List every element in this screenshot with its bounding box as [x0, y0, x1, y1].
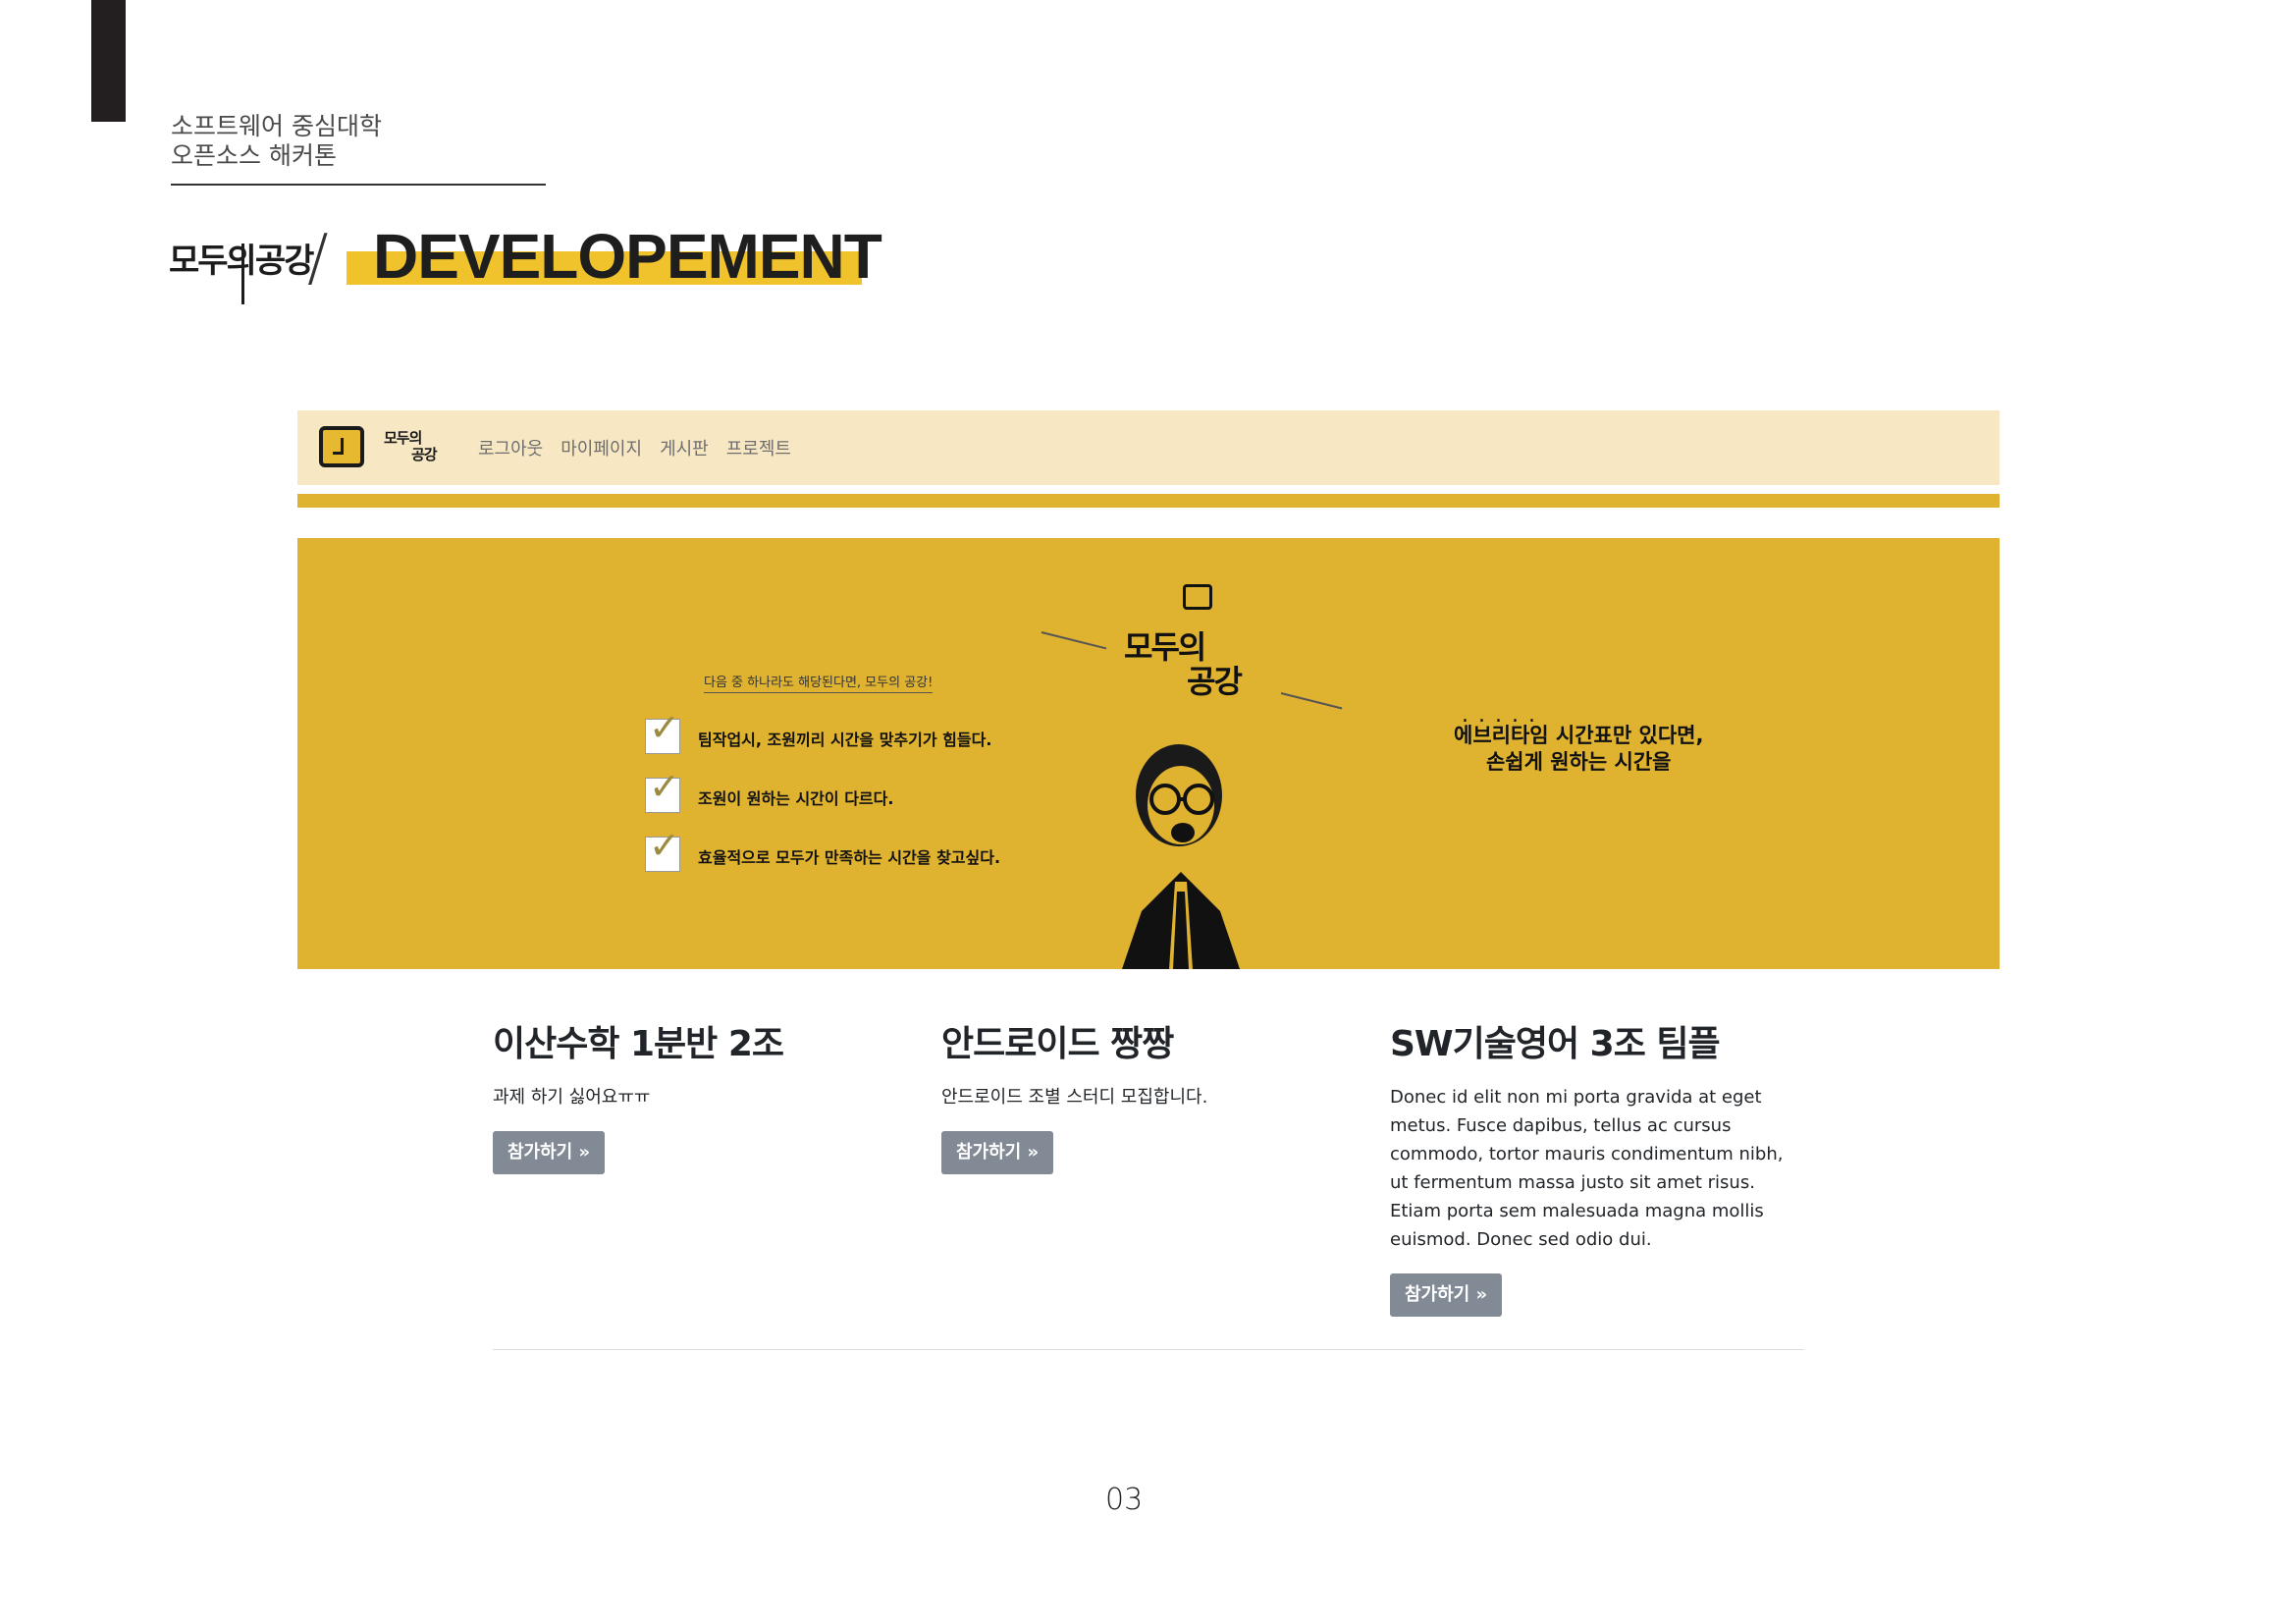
project-card-description: Donec id elit non mi porta gravida at eg…: [1390, 1087, 1784, 1251]
header-divider: [171, 184, 546, 186]
checklist-item-text: 효율적으로 모두가 만족하는 시간을 찾고싶다.: [698, 848, 1001, 867]
mascot-illustration: [1122, 744, 1240, 969]
page-number: 03: [1105, 1483, 1144, 1517]
banner-tagline: 에브리타임 시간표만 있다면, 손쉽게 원하는 시간을: [1454, 723, 1703, 777]
join-button[interactable]: 참가하기 »: [941, 1131, 1054, 1175]
decorative-line: [1280, 692, 1343, 710]
hero-banner: 다음 중 하나라도 해당된다면, 모두의 공강! ✓ 팀작업시, 조원끼리 시간…: [297, 538, 2000, 969]
banner-logo-line-2: 공강: [1187, 663, 1243, 701]
navbar-links: 로그아웃 마이페이지 게시판 프로젝트: [478, 435, 791, 460]
header-line-2: 오픈소스 해커톤: [171, 141, 337, 170]
website-navbar: 모두의 공강 로그아웃 마이페이지 게시판 프로젝트: [297, 410, 2000, 485]
nav-link-board[interactable]: 게시판: [660, 435, 709, 460]
checkmark-icon: ✓: [649, 824, 680, 867]
join-button[interactable]: 참가하기 »: [493, 1131, 606, 1175]
project-card-description: 안드로이드 조별 스터디 모집합니다.: [941, 1087, 1208, 1109]
checkmark-icon: ✓: [649, 765, 680, 808]
clock-logo-icon: [1183, 584, 1212, 610]
banner-subtitle: 다음 중 하나라도 해당된다면, 모두의 공강!: [704, 672, 934, 693]
nav-link-project[interactable]: 프로젝트: [726, 435, 791, 460]
banner-tagline-line-2: 손쉽게 원하는 시간을: [1485, 750, 1672, 775]
brand-logo-stem: [241, 244, 244, 304]
project-card: 이산수학 1분반 2조 과제 하기 싫어요ㅠㅠ 참가하기 »: [493, 1023, 895, 1175]
project-card-title: 이산수학 1분반 2조: [493, 1024, 784, 1064]
clock-logo-icon[interactable]: [319, 426, 364, 467]
project-card-description: 과제 하기 싫어요ㅠㅠ: [493, 1087, 651, 1109]
project-card: 안드로이드 짱짱 안드로이드 조별 스터디 모집합니다. 참가하기 »: [941, 1023, 1344, 1175]
navbar-brand-line-1: 모두의: [384, 429, 422, 447]
checklist-item-text: 팀작업시, 조원끼리 시간을 맞추기가 힘들다.: [698, 731, 992, 749]
project-card: SW기술영어 3조 팀플 Donec id elit non mi porta …: [1390, 1023, 1792, 1318]
navbar-accent-stripe: [297, 494, 2000, 508]
nav-link-logout[interactable]: 로그아웃: [478, 435, 543, 460]
slide-page: 소프트웨어 중심대학 오픈소스 해커톤 모두의공강 / DEVELOPEMENT…: [0, 0, 2296, 1624]
corner-decoration-bar: [91, 0, 126, 122]
title-slash: /: [307, 222, 329, 295]
banner-tagline-line-1: 에브리타임 시간표만 있다면,: [1454, 724, 1704, 747]
navbar-brand-line-2: 공강: [411, 446, 438, 464]
checklist-item-text: 조원이 원하는 시간이 다르다.: [698, 789, 894, 808]
join-button[interactable]: 참가하기 »: [1390, 1273, 1503, 1318]
navbar-brand[interactable]: 모두의 공강: [384, 429, 438, 464]
header-line-1: 소프트웨어 중심대학: [171, 112, 382, 140]
nav-link-mypage[interactable]: 마이페이지: [561, 435, 642, 460]
banner-logo-text: 모두의 공강: [1124, 628, 1243, 701]
decorative-line: [1041, 631, 1107, 650]
page-title: DEVELOPEMENT: [373, 221, 882, 292]
checkmark-icon: ✓: [649, 706, 680, 749]
project-card-title: 안드로이드 짱짱: [941, 1024, 1174, 1064]
banner-logo-line-1: 모두의: [1124, 628, 1206, 666]
content-divider: [493, 1349, 1804, 1350]
project-card-title: SW기술영어 3조 팀플: [1390, 1024, 1721, 1064]
